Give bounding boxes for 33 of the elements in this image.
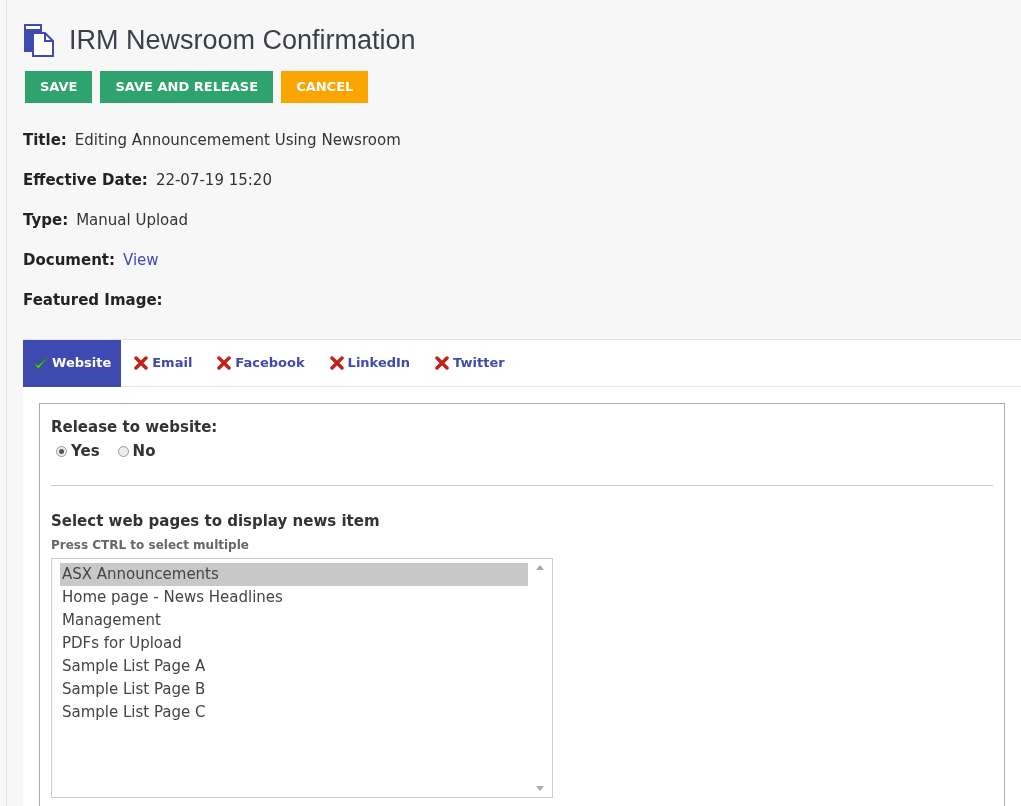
hint-text: Press CTRL to select multiple bbox=[51, 537, 250, 554]
field-value: Editing Announcemement Using Newsroom bbox=[74, 130, 401, 152]
list-option[interactable]: Sample List Page C bbox=[60, 701, 528, 724]
list-option[interactable]: Sample List Page A bbox=[60, 655, 528, 678]
view-link[interactable]: View bbox=[123, 249, 159, 272]
list-option[interactable]: Management bbox=[60, 609, 528, 632]
radio-option[interactable]: No bbox=[117, 440, 156, 463]
list-option[interactable]: Home page - News Headlines bbox=[60, 586, 528, 609]
scroll-up-icon[interactable] bbox=[536, 565, 544, 570]
tab[interactable]: Website bbox=[23, 339, 122, 387]
page-listbox[interactable]: ASX Announcements Home page - News Headlines Management PDFs for Upload Sample List Page A Sample List Page B Sample List Page C bbox=[51, 558, 553, 798]
radio-button[interactable] bbox=[117, 445, 129, 457]
field-label: Type: bbox=[23, 210, 69, 232]
field-label: Document: bbox=[23, 250, 115, 272]
field-value: Manual Upload bbox=[76, 210, 188, 232]
list-option[interactable]: Sample List Page B bbox=[60, 678, 528, 701]
tab[interactable]: Twitter bbox=[422, 339, 517, 387]
field-label: Featured Image: bbox=[23, 290, 163, 312]
page-title: IRM Newsroom Confirmation bbox=[69, 24, 416, 57]
document-icon bbox=[23, 23, 57, 58]
field-label: Release to website: bbox=[51, 416, 219, 438]
field-value: 22-07-19 15:20 bbox=[155, 170, 272, 192]
radio-option[interactable]: Yes bbox=[56, 440, 100, 463]
section-heading: Select web pages to display news item bbox=[51, 510, 381, 532]
field-label: Effective Date: bbox=[23, 170, 148, 192]
tab[interactable]: Email bbox=[121, 339, 205, 387]
tab[interactable]: LinkedIn bbox=[316, 339, 423, 387]
list-option[interactable]: PDFs for Upload bbox=[60, 632, 528, 655]
field-label: Title: bbox=[23, 130, 67, 152]
tab[interactable]: Facebook bbox=[204, 339, 317, 387]
list-option[interactable]: ASX Announcements bbox=[60, 563, 528, 586]
scroll-down-icon[interactable] bbox=[536, 786, 544, 791]
radio-button[interactable] bbox=[56, 445, 67, 457]
